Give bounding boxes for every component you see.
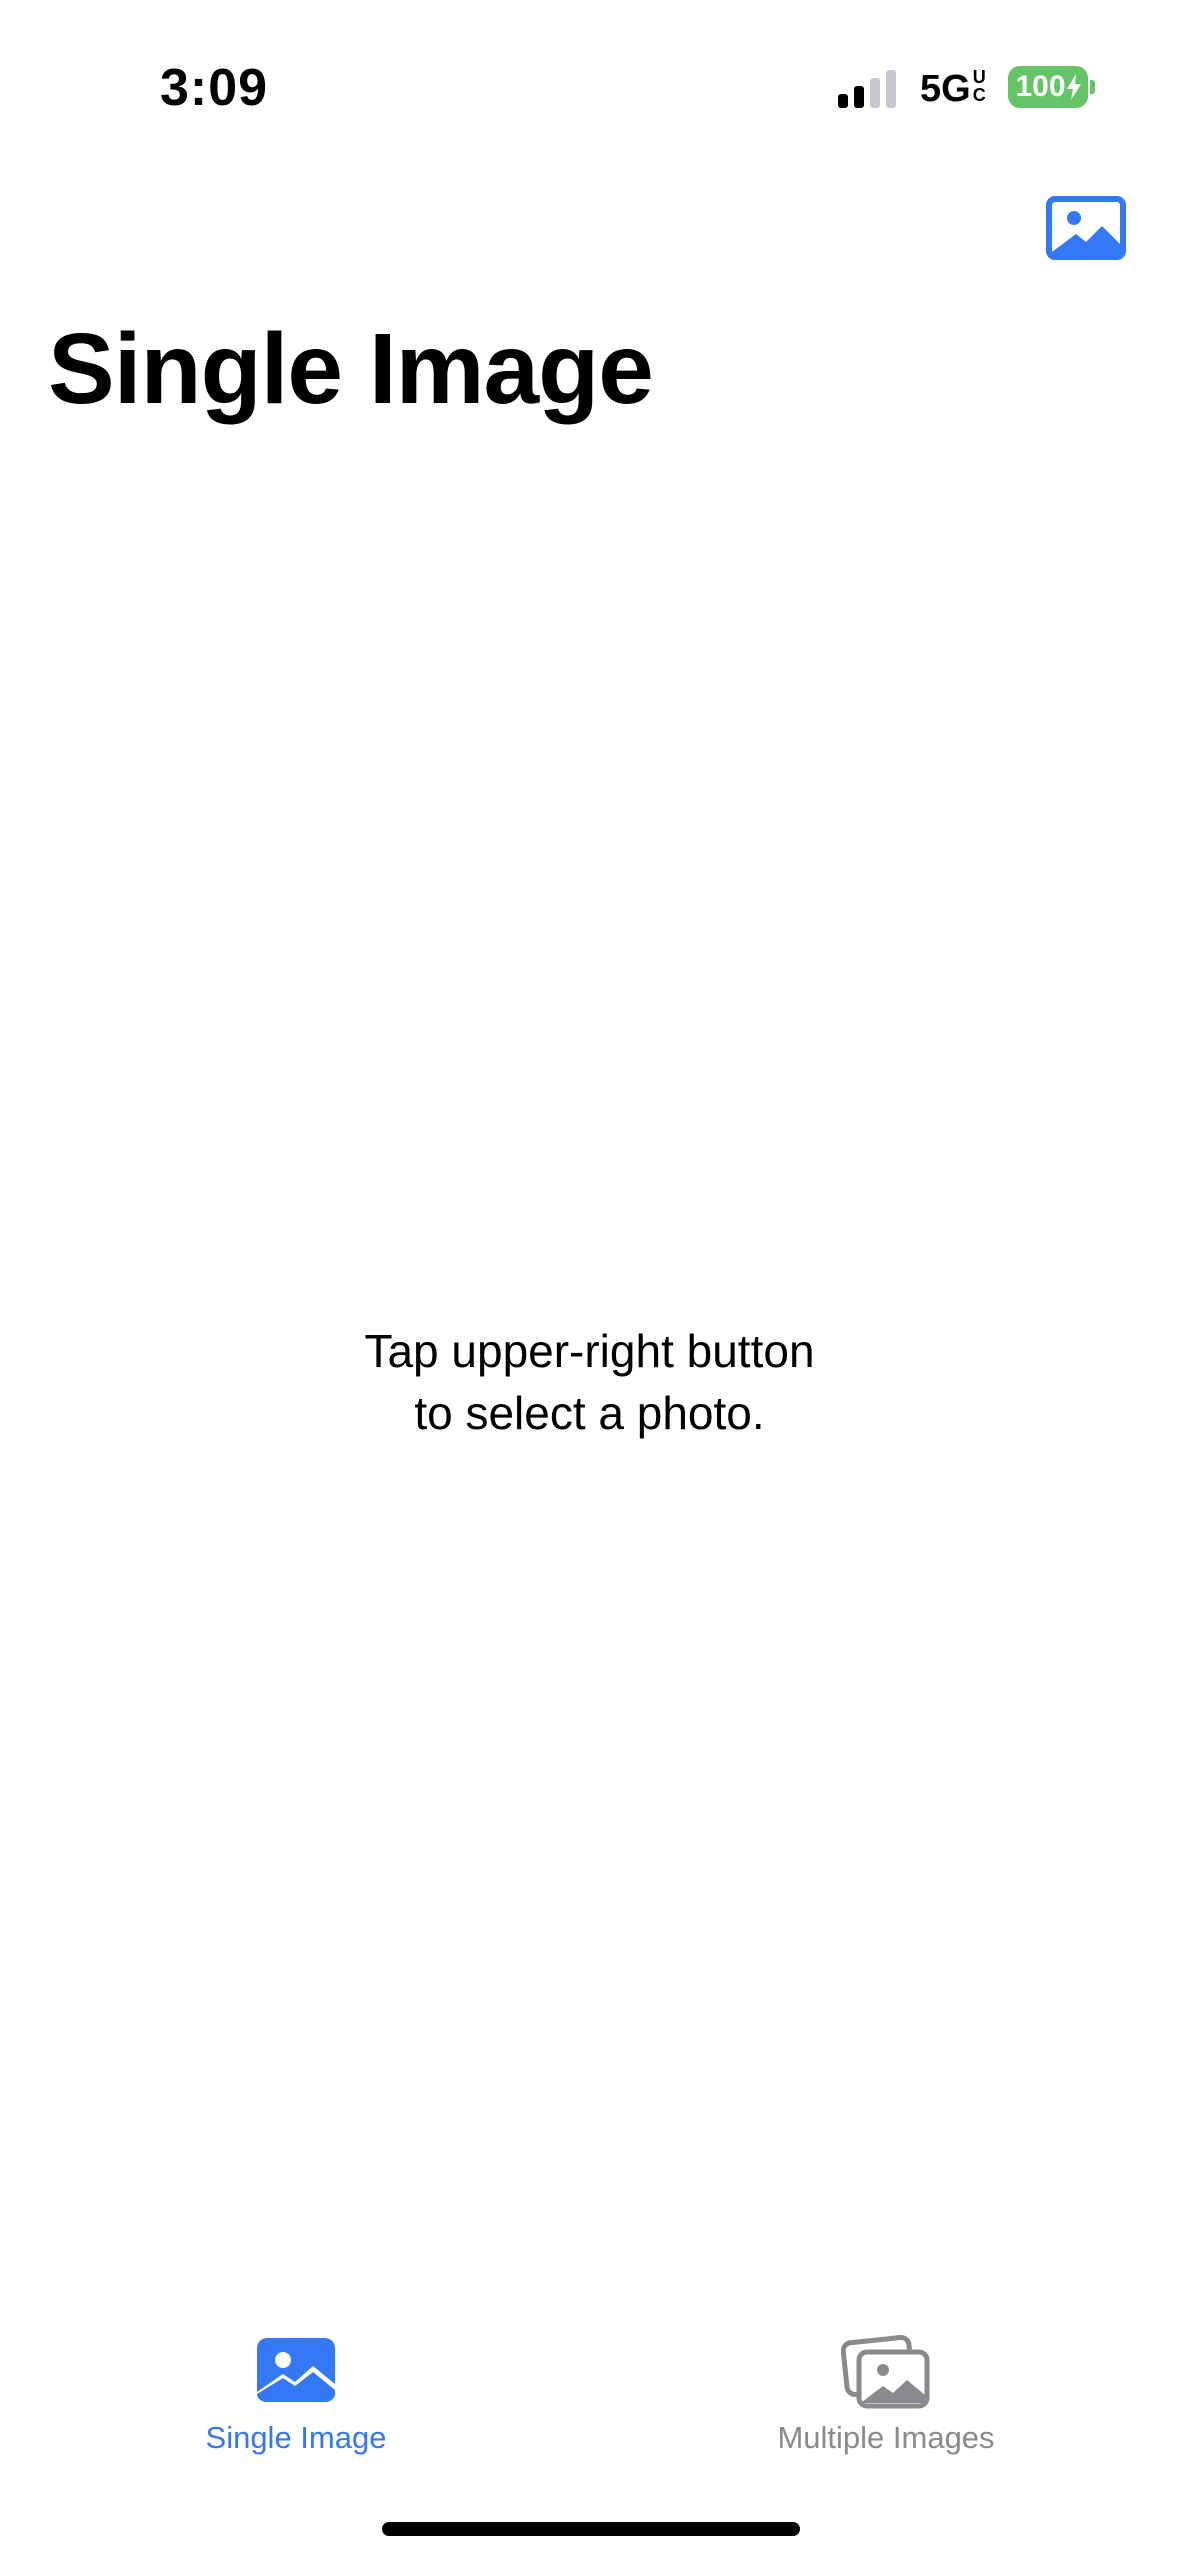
network-suffix-bottom: C bbox=[972, 85, 986, 105]
photo-icon bbox=[1046, 196, 1126, 260]
tab-multiple-images-label: Multiple Images bbox=[777, 2420, 995, 2455]
battery-icon: 100 bbox=[1008, 66, 1088, 108]
battery-tip bbox=[1090, 80, 1095, 94]
network-indicator: 5G U C bbox=[920, 68, 986, 111]
tab-bar: Single Image Multiple Images bbox=[0, 2310, 1179, 2480]
cellular-signal-icon bbox=[838, 70, 896, 108]
empty-state-line-2: to select a photo. bbox=[414, 1387, 765, 1439]
tab-multiple-images[interactable]: Multiple Images bbox=[686, 2310, 1086, 2460]
home-indicator[interactable] bbox=[382, 2522, 800, 2536]
battery-level: 100 bbox=[1015, 70, 1066, 103]
page-title: Single Image bbox=[48, 313, 654, 425]
network-suffix: U C bbox=[973, 68, 986, 104]
network-suffix-top: U bbox=[972, 67, 986, 87]
tab-single-image-label: Single Image bbox=[205, 2420, 387, 2455]
network-label: 5G bbox=[920, 68, 971, 110]
photo-stack-icon bbox=[841, 2334, 930, 2409]
photo-icon bbox=[257, 2338, 335, 2402]
empty-state-line-1: Tap upper-right button bbox=[364, 1325, 815, 1377]
status-bar: 3:09 5G U C 100 bbox=[0, 0, 1179, 140]
select-photo-button[interactable] bbox=[1046, 196, 1126, 260]
charging-bolt-icon bbox=[1066, 74, 1081, 100]
tab-single-image[interactable]: Single Image bbox=[96, 2310, 496, 2460]
status-time: 3:09 bbox=[160, 59, 269, 117]
empty-state-message: Tap upper-right button to select a photo… bbox=[0, 1320, 1179, 1444]
